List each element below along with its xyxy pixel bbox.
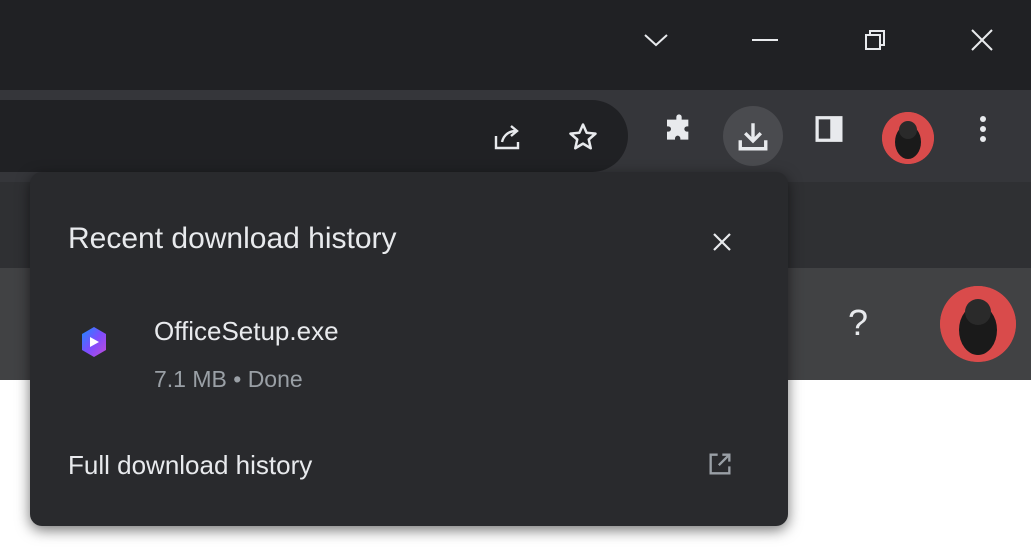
downloads-button[interactable]	[723, 106, 783, 166]
file-status: 7.1 MB • Done	[154, 366, 303, 392]
profile-avatar[interactable]	[882, 112, 934, 164]
restore-button[interactable]	[855, 20, 895, 60]
browser-toolbar	[0, 90, 1031, 182]
side-panel-icon	[815, 116, 843, 142]
close-popup-button[interactable]	[704, 224, 740, 260]
tab-search-button[interactable]	[636, 20, 676, 60]
share-icon	[494, 125, 520, 150]
extensions-button[interactable]	[662, 112, 696, 146]
close-icon	[713, 233, 731, 251]
more-vert-icon	[980, 116, 986, 142]
avatar-image-icon	[882, 112, 934, 164]
restore-icon	[865, 30, 885, 50]
file-name[interactable]: OfficeSetup.exe	[154, 316, 339, 347]
avatar-image-icon	[940, 286, 1016, 362]
full-download-history-link[interactable]: Full download history	[30, 440, 788, 496]
download-icon	[738, 123, 768, 151]
chevron-down-icon	[644, 34, 668, 47]
bookmark-star-button[interactable]	[568, 122, 598, 152]
star-icon	[569, 123, 597, 150]
menu-button[interactable]	[966, 112, 1000, 146]
help-icon[interactable]: ?	[848, 302, 868, 344]
full-history-label: Full download history	[68, 450, 313, 480]
title-bar	[0, 0, 1031, 90]
close-icon	[971, 29, 993, 51]
minimize-icon	[752, 39, 778, 41]
office-logo-icon	[82, 327, 106, 357]
popup-title: Recent download history	[68, 222, 397, 255]
close-window-button[interactable]	[962, 20, 1002, 60]
open-in-new-icon	[709, 453, 731, 475]
puzzle-icon	[667, 114, 689, 140]
share-button[interactable]	[492, 122, 522, 152]
side-panel-button[interactable]	[812, 112, 846, 146]
download-history-popup: Recent download history OfficeSetup.exe …	[30, 172, 788, 526]
minimize-button[interactable]	[745, 20, 785, 60]
download-item[interactable]: OfficeSetup.exe 7.1 MB • Done	[30, 302, 788, 392]
page-account-avatar[interactable]	[940, 286, 1016, 362]
address-bar[interactable]	[0, 100, 628, 172]
